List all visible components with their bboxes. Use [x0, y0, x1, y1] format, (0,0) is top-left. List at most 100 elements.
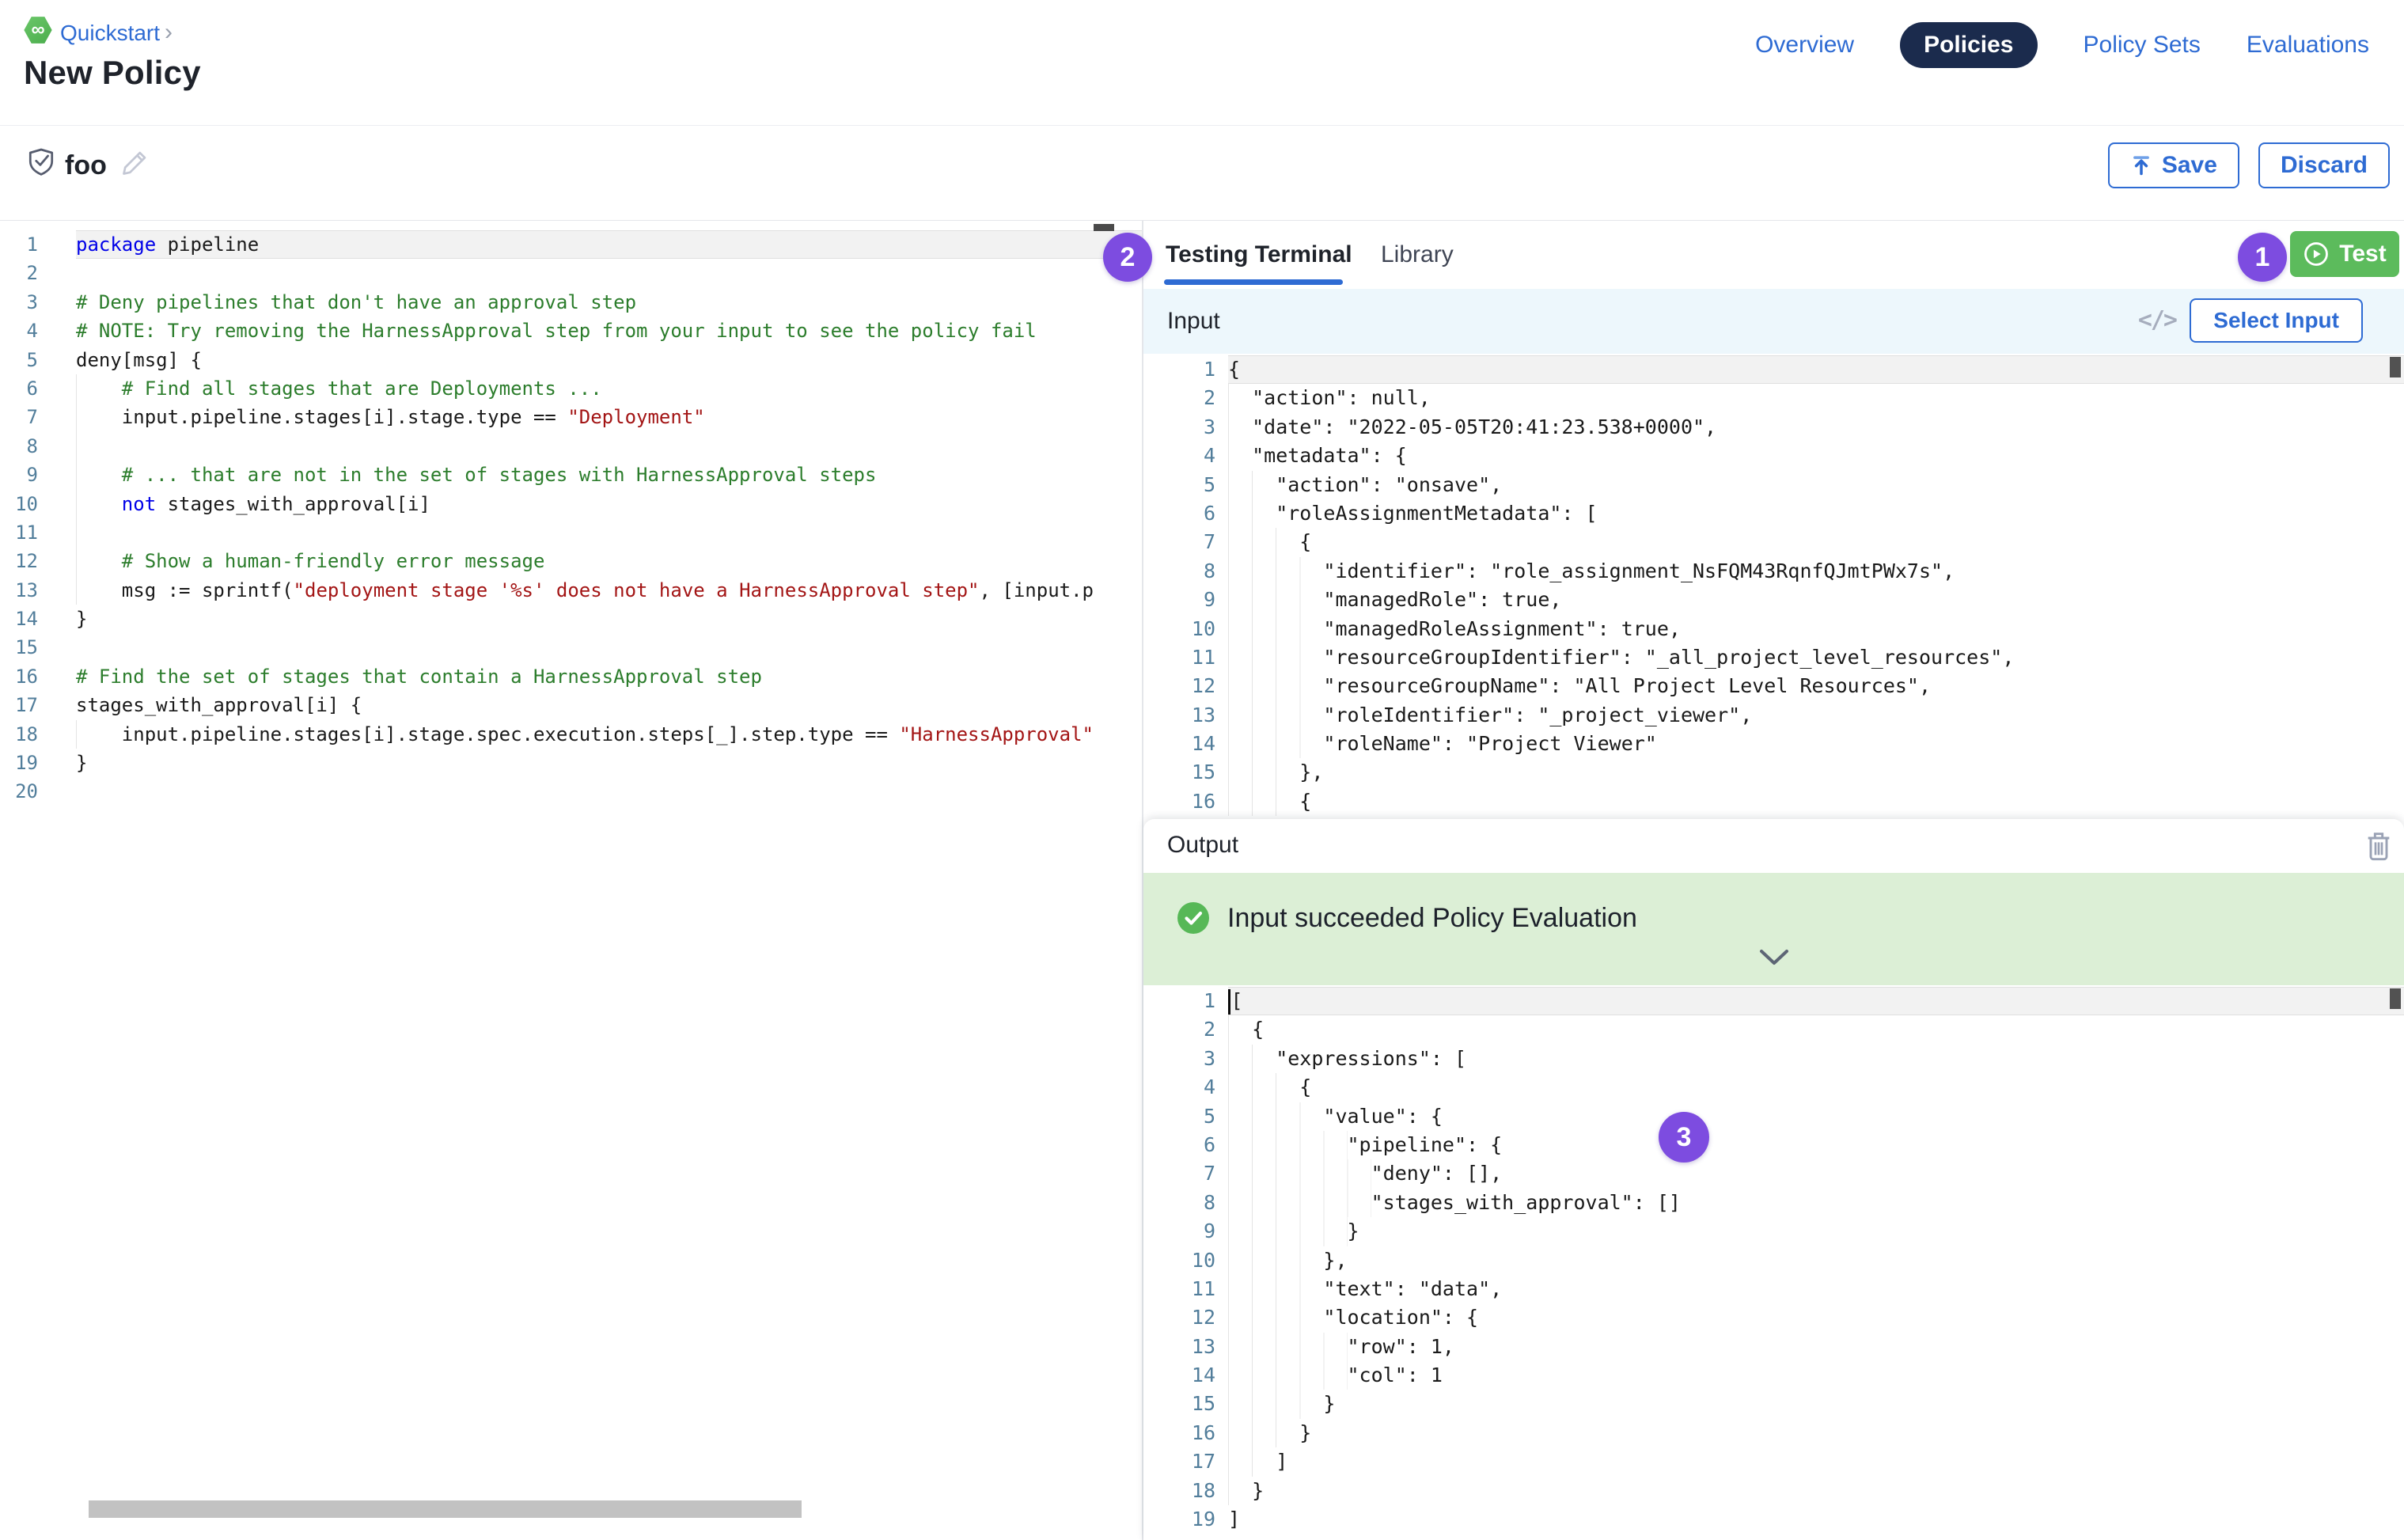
code-line[interactable]: 9} [1143, 1217, 2404, 1246]
code-line[interactable]: 4{ [1143, 1073, 2404, 1102]
code-line[interactable]: 5"action": "onsave", [1143, 471, 2404, 499]
code-line[interactable]: 6# Find all stages that are Deployments … [0, 374, 1142, 403]
code-line[interactable]: 7"deny": [], [1143, 1159, 2404, 1188]
code-line[interactable]: 3"date": "2022-05-05T20:41:23.538+0000", [1143, 413, 2404, 442]
line-number: 17 [0, 691, 76, 719]
edit-name-icon[interactable] [120, 149, 149, 177]
line-number: 19 [0, 749, 76, 777]
line-number: 8 [1143, 1189, 1228, 1217]
code-line[interactable]: 2{ [1143, 1015, 2404, 1044]
output-editor-scroll-thumb[interactable] [2390, 988, 2401, 1009]
indent-guide [1228, 528, 1299, 556]
code-line[interactable]: 3"expressions": [ [1143, 1045, 2404, 1073]
code-line[interactable]: 18} [1143, 1477, 2404, 1505]
tab-policy-sets[interactable]: Policy Sets [2084, 32, 2201, 59]
code-line[interactable]: 8 [0, 432, 1142, 461]
code-line[interactable]: 4# NOTE: Try removing the HarnessApprova… [0, 317, 1142, 345]
code-line[interactable]: 7input.pipeline.stages[i].stage.type == … [0, 403, 1142, 431]
tab-testing-terminal[interactable]: Testing Terminal [1166, 241, 1352, 268]
indent-guide [1228, 758, 1299, 787]
code-line[interactable]: 17] [1143, 1447, 2404, 1476]
code-line[interactable]: 3# Deny pipelines that don't have an app… [0, 288, 1142, 317]
code-line[interactable]: 13"row": 1, [1143, 1333, 2404, 1361]
code-icon[interactable]: </> [2138, 306, 2176, 334]
code-line[interactable]: 15} [1143, 1390, 2404, 1418]
tab-overview[interactable]: Overview [1755, 32, 1854, 59]
code-line[interactable]: 16{ [1143, 787, 2404, 816]
code-line[interactable]: 19] [1143, 1505, 2404, 1534]
line-number: 11 [0, 518, 76, 547]
code-token: "stages_with_approval": [] [1371, 1191, 1681, 1214]
code-line[interactable]: 14} [0, 605, 1142, 633]
input-editor-scroll-thumb[interactable] [2390, 357, 2401, 377]
code-content: } [76, 749, 1142, 777]
code-line[interactable]: 18input.pipeline.stages[i].stage.spec.ex… [0, 720, 1142, 749]
code-line[interactable]: 11 [0, 518, 1142, 547]
line-number: 19 [1143, 1505, 1228, 1534]
code-line[interactable]: 2 [0, 259, 1142, 287]
code-token: "resourceGroupIdentifier": "_all_project… [1323, 646, 2014, 669]
policy-editor-scroll-thumb[interactable] [1094, 224, 1114, 231]
code-line[interactable]: 6"pipeline": { [1143, 1131, 2404, 1159]
code-content: "roleIdentifier": "_project_viewer", [1228, 701, 2404, 730]
code-line[interactable]: 10}, [1143, 1246, 2404, 1275]
save-button[interactable]: Save [2108, 142, 2239, 188]
code-line[interactable]: 9"managedRole": true, [1143, 586, 2404, 614]
code-line[interactable]: 6"roleAssignmentMetadata": [ [1143, 499, 2404, 528]
code-line[interactable]: 2"action": null, [1143, 384, 2404, 412]
code-line[interactable]: 11"resourceGroupIdentifier": "_all_proje… [1143, 643, 2404, 672]
line-number: 9 [1143, 586, 1228, 614]
line-number: 7 [1143, 528, 1228, 556]
code-line[interactable]: 16# Find the set of stages that contain … [0, 662, 1142, 691]
code-line[interactable]: 14"roleName": "Project Viewer" [1143, 730, 2404, 758]
code-line[interactable]: 13"roleIdentifier": "_project_viewer", [1143, 701, 2404, 730]
select-input-button[interactable]: Select Input [2190, 298, 2363, 343]
indent-guide [1228, 1045, 1276, 1073]
code-line[interactable]: 4"metadata": { [1143, 442, 2404, 470]
code-content: { [1228, 528, 2404, 556]
code-line[interactable]: 9# ... that are not in the set of stages… [0, 461, 1142, 489]
code-token: ] [1276, 1450, 1287, 1473]
code-line[interactable]: 12"resourceGroupName": "All Project Leve… [1143, 672, 2404, 700]
code-line[interactable]: 15 [0, 633, 1142, 662]
active-tab-underline [1164, 279, 1343, 285]
horizontal-scrollbar[interactable] [89, 1500, 802, 1518]
code-line[interactable]: 1{ [1143, 355, 2404, 384]
chevron-down-icon[interactable] [1759, 949, 1789, 966]
code-line[interactable]: 16} [1143, 1419, 2404, 1447]
indent-guide [1228, 1303, 1323, 1332]
test-button[interactable]: Test [2290, 231, 2399, 277]
code-line[interactable]: 12"location": { [1143, 1303, 2404, 1332]
code-line[interactable]: 17stages_with_approval[i] { [0, 691, 1142, 719]
code-line[interactable]: 11"text": "data", [1143, 1275, 2404, 1303]
code-line[interactable]: 12# Show a human-friendly error message [0, 547, 1142, 575]
code-line[interactable]: 8 "stages_with_approval": [] [1143, 1189, 2404, 1217]
indent-guide [1228, 701, 1323, 730]
output-json-editor[interactable]: 1[2{3"expressions": [4{5"value": {6"pipe… [1143, 985, 2404, 1540]
breadcrumb-project-link[interactable]: Quickstart [60, 21, 160, 46]
code-content: "roleAssignmentMetadata": [ [1228, 499, 2404, 528]
policy-code-editor[interactable]: 1package pipeline23# Deny pipelines that… [0, 221, 1142, 1540]
code-line[interactable]: 14"col": 1 [1143, 1361, 2404, 1390]
code-line[interactable]: 1package pipeline [0, 230, 1142, 259]
code-token: "identifier": "role_assignment_NsFQM43Rq… [1323, 559, 1955, 582]
code-line[interactable]: 8"identifier": "role_assignment_NsFQM43R… [1143, 557, 2404, 586]
discard-button[interactable]: Discard [2258, 142, 2390, 188]
code-line[interactable]: 19} [0, 749, 1142, 777]
code-line[interactable]: 15}, [1143, 758, 2404, 787]
code-line[interactable]: 5deny[msg] { [0, 346, 1142, 374]
tab-evaluations[interactable]: Evaluations [2247, 32, 2369, 59]
code-line[interactable]: 13msg := sprintf("deployment stage '%s' … [0, 576, 1142, 605]
code-line[interactable]: 20 [0, 777, 1142, 806]
code-line[interactable]: 7{ [1143, 528, 2404, 556]
tab-policies[interactable]: Policies [1900, 22, 2037, 68]
code-line[interactable]: 10"managedRoleAssignment": true, [1143, 615, 2404, 643]
code-line[interactable]: 10not stages_with_approval[i] [0, 490, 1142, 518]
line-number: 15 [1143, 1390, 1228, 1418]
line-number: 7 [1143, 1159, 1228, 1188]
tab-library[interactable]: Library [1381, 241, 1454, 268]
code-line[interactable]: 1[ [1143, 987, 2404, 1015]
code-line[interactable]: 5"value": { [1143, 1102, 2404, 1131]
trash-icon[interactable] [2366, 830, 2391, 862]
input-json-editor[interactable]: 1{2"action": null,3"date": "2022-05-05T2… [1143, 354, 2404, 819]
